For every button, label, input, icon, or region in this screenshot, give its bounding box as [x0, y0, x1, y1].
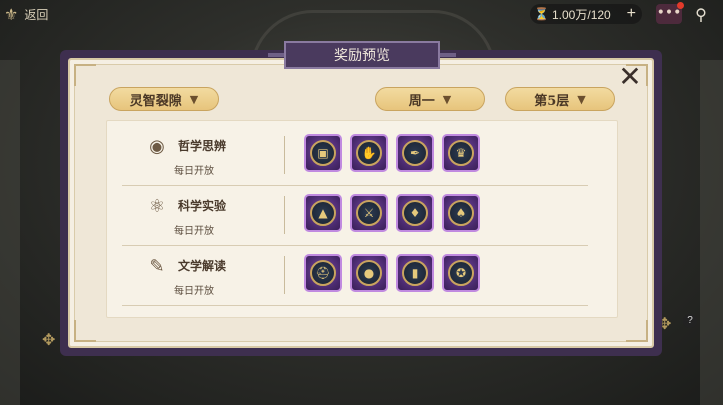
floor-dropdown[interactable]: 第5层 ▼ [505, 87, 615, 111]
help-icon[interactable]: ? [683, 314, 697, 328]
corner-ornament [626, 320, 648, 342]
hat-icon: ⛑ [310, 260, 336, 286]
day-dropdown-label: 周一 [408, 93, 435, 109]
orb-icon: ● [356, 260, 382, 286]
atom-icon: ⚛ [148, 196, 166, 217]
resource-counter: ⏳ 1.00万/120 + [530, 4, 642, 24]
row-divider [284, 256, 285, 294]
category-schedule: 每日开放 [174, 226, 214, 237]
category-row: ◉ 哲学思辨 每日开放 ▣ ✋ ✒ ♛ [122, 128, 588, 186]
reward-item[interactable]: ▮ [396, 254, 434, 292]
floor-dropdown-label: 第5层 [534, 93, 570, 109]
trophy-icon: ♛ [448, 140, 474, 166]
resource-icon: ⏳ [534, 7, 549, 21]
reward-item[interactable]: ⚔ [350, 194, 388, 232]
resource-value: 1.00万/120 [552, 7, 611, 22]
chevron-down-icon: ▼ [189, 92, 199, 106]
category-row: ✎ 文学解读 每日开放 ⛑ ● ▮ ✪ [122, 248, 588, 306]
crystal-icon: ♠ [448, 200, 474, 226]
eye-icon: ◉ [149, 136, 165, 157]
reward-item[interactable]: ✒ [396, 134, 434, 172]
row-divider [284, 196, 285, 234]
map-pin-icon[interactable]: ⚲ [690, 4, 712, 26]
chevron-down-icon: ▼ [577, 92, 586, 106]
reward-item[interactable]: ♦ [396, 194, 434, 232]
reward-item[interactable]: ● [350, 254, 388, 292]
reward-item[interactable]: ✪ [442, 254, 480, 292]
reward-item[interactable]: ♛ [442, 134, 480, 172]
realm-dropdown[interactable]: 灵智裂隙 ▼ [109, 87, 219, 111]
realm-dropdown-label: 灵智裂隙 [129, 93, 182, 109]
torch-icon: ♦ [402, 200, 428, 226]
back-label: 返回 [24, 7, 49, 22]
corner-ornament [74, 64, 96, 86]
reward-item[interactable]: ✋ [350, 134, 388, 172]
close-button[interactable]: ✕ [616, 63, 644, 92]
row-separator [122, 185, 588, 186]
bag-icon: ▣ [310, 140, 336, 166]
category-row: ⚛ 科学实验 每日开放 ▲ ⚔ ♦ ♠ [122, 188, 588, 246]
dialog-title: 奖励预览 [268, 41, 456, 69]
reward-item[interactable]: ♠ [442, 194, 480, 232]
close-icon: ✕ [618, 60, 642, 93]
pyramid-eye-icon: ▲ [310, 200, 336, 226]
background-column [0, 60, 20, 405]
feather-quill-icon: ✒ [402, 140, 428, 166]
category-schedule: 每日开放 [174, 166, 214, 177]
left-ornament-icon: ✥ [42, 330, 56, 349]
dialog-title-text: 奖励预览 [334, 48, 390, 64]
day-dropdown[interactable]: 周一 ▼ [375, 87, 485, 111]
back-ornament-icon: ⚜ [4, 4, 19, 24]
row-divider [284, 136, 285, 174]
back-button[interactable]: ⚜ 返回 [4, 2, 94, 26]
category-name: 科学实验 [178, 199, 227, 213]
chevron-down-icon: ▼ [442, 92, 452, 106]
reward-item[interactable]: ▣ [304, 134, 342, 172]
category-name: 文学解读 [178, 259, 227, 273]
plus-icon[interactable]: + [627, 5, 636, 23]
quill-icon: ✎ [149, 256, 165, 277]
book-icon: ▮ [402, 260, 428, 286]
category-schedule: 每日开放 [174, 286, 214, 297]
hand-icon: ✋ [356, 140, 382, 166]
shield-icon: ✪ [448, 260, 474, 286]
notification-badge [677, 2, 684, 9]
background-column [700, 60, 723, 405]
reward-item[interactable]: ⛑ [304, 254, 342, 292]
corner-ornament [74, 320, 96, 342]
row-separator [122, 305, 588, 306]
wand-icon: ⚔ [356, 200, 382, 226]
row-separator [122, 245, 588, 246]
category-name: 哲学思辨 [178, 139, 227, 153]
reward-item[interactable]: ▲ [304, 194, 342, 232]
